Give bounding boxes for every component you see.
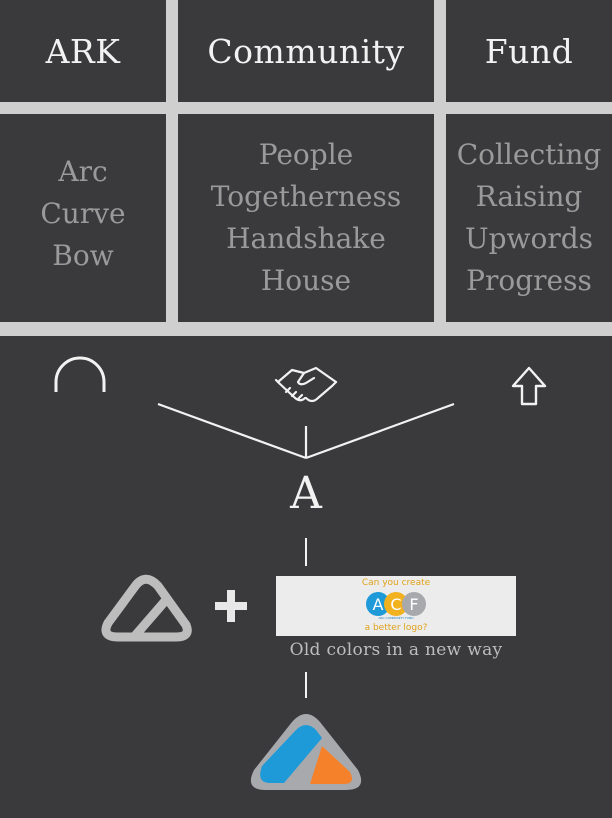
- heading-community: Community: [207, 31, 405, 71]
- arc-icon: [54, 356, 106, 392]
- concept-grid: ARK Community Fund Arc Curve Bow People …: [0, 0, 612, 336]
- word-handshake: Handshake: [226, 222, 386, 255]
- word-togetherness: Togetherness: [210, 180, 402, 213]
- converging-lines: [157, 402, 455, 460]
- word-arc: Arc: [58, 155, 108, 188]
- heading-cell-fund: Fund: [446, 0, 612, 102]
- word-upwords: Upwords: [464, 222, 594, 255]
- old-logo-image: Can you create A C F ARC COMMUNITY FUND …: [276, 576, 516, 636]
- word-curve: Curve: [40, 197, 126, 230]
- merge-letter: A: [290, 468, 322, 519]
- word-people: People: [258, 138, 354, 171]
- heading-cell-ark: ARK: [0, 0, 166, 102]
- word-bow: Bow: [52, 239, 114, 272]
- old-logo-top-text: Can you create: [361, 578, 431, 588]
- old-logo-bottom-text: a better logo?: [364, 623, 428, 633]
- plus-icon: [215, 590, 247, 622]
- words-cell-ark: Arc Curve Bow: [0, 114, 166, 322]
- word-house: House: [260, 264, 352, 297]
- old-logo-tiny-text: ARC COMMUNITY FUND: [378, 616, 414, 620]
- word-progress: Progress: [466, 264, 592, 297]
- heading-cell-community: Community: [178, 0, 434, 102]
- words-cell-community: People Togetherness Handshake House: [178, 114, 434, 322]
- heading-ark: ARK: [45, 31, 121, 71]
- handshake-icon: [274, 366, 338, 403]
- word-collecting: Collecting: [456, 138, 602, 171]
- heading-fund: Fund: [484, 31, 574, 71]
- old-logo-caption: Old colors in a new way: [289, 640, 503, 660]
- arrow-up-icon: [511, 366, 547, 406]
- words-cell-fund: Collecting Raising Upwords Progress: [446, 114, 612, 322]
- word-raising: Raising: [475, 180, 583, 213]
- final-colored-logo: [250, 714, 362, 790]
- old-logo-letter-f: F: [402, 592, 426, 616]
- outline-logo-icon: [101, 574, 192, 642]
